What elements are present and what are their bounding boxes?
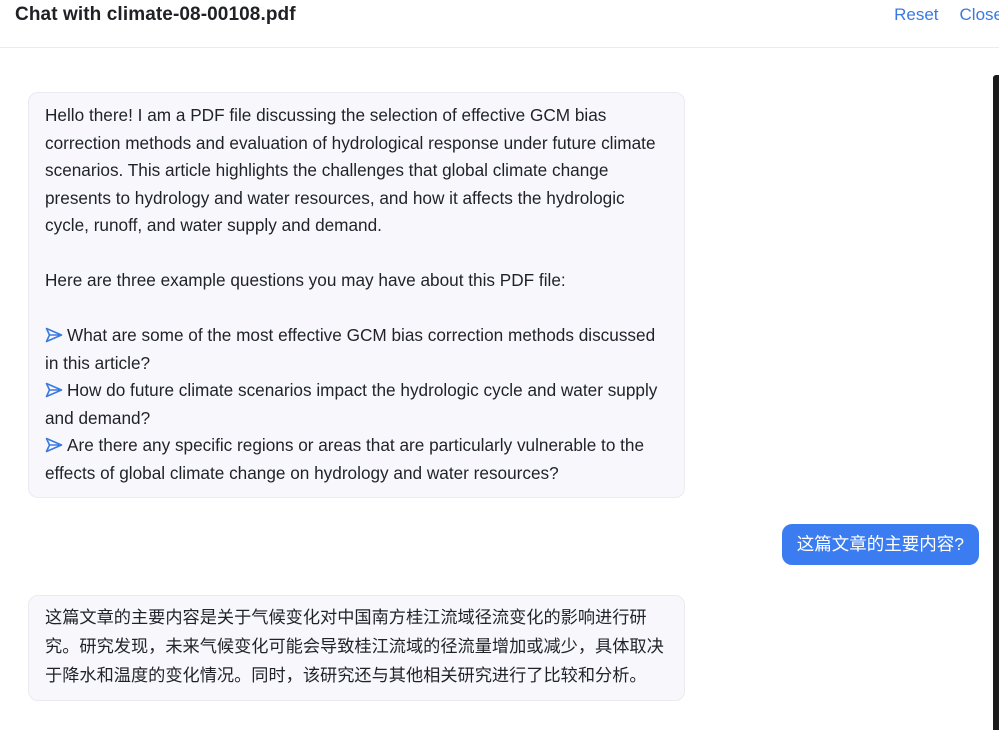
bot-message-answer: 这篇文章的主要内容是关于气候变化对中国南方桂江流域径流变化的影响进行研究。研究发… [28,595,685,701]
user-message: 这篇文章的主要内容? [781,524,979,565]
example-question-2[interactable]: How do future climate scenarios impact t… [45,377,670,432]
send-arrow-icon [45,382,63,398]
example-question-text: How do future climate scenarios impact t… [45,380,658,428]
scrollbar[interactable] [993,75,999,730]
example-question-3[interactable]: Are there any specific regions or areas … [45,432,670,487]
close-button[interactable]: Close [960,5,999,25]
chat-messages[interactable]: Hello there! I am a PDF file discussing … [0,49,999,730]
chat-title: Chat with climate-08-00108.pdf [15,4,296,25]
example-question-1[interactable]: What are some of the most effective GCM … [45,322,670,377]
reset-button[interactable]: Reset [894,5,938,25]
chat-window: Chat with climate-08-00108.pdf Reset Clo… [0,0,999,730]
intro-text: Hello there! I am a PDF file discussing … [45,105,656,235]
answer-text: 这篇文章的主要内容是关于气候变化对中国南方桂江流域径流变化的影响进行研究。研究发… [45,607,664,685]
chat-header: Chat with climate-08-00108.pdf Reset Clo… [0,0,999,48]
bot-message-intro: Hello there! I am a PDF file discussing … [28,92,685,498]
send-arrow-icon [45,327,63,343]
example-question-text: Are there any specific regions or areas … [45,435,645,483]
questions-lead-text: Here are three example questions you may… [45,270,566,290]
send-arrow-icon [45,437,63,453]
example-question-text: What are some of the most effective GCM … [45,325,656,373]
header-actions: Reset Close [894,5,999,25]
